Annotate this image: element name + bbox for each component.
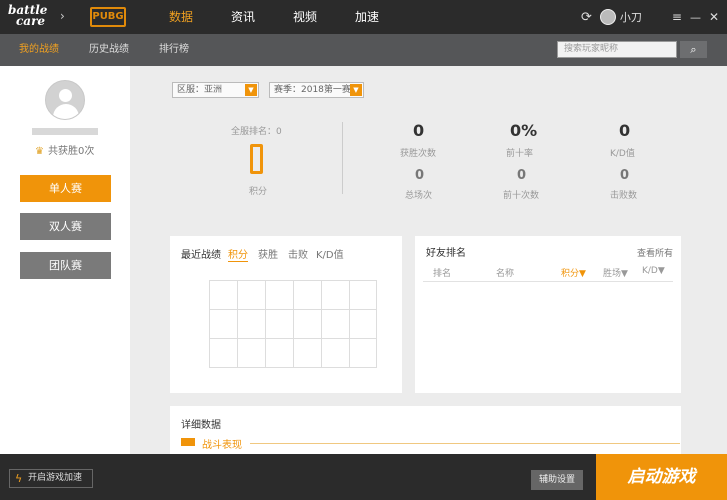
lightning-icon: ϟ	[15, 472, 23, 485]
stat-matches-value: 0	[415, 168, 425, 183]
region-value: 区服：亚洲	[177, 85, 223, 95]
recent-record-panel: 最近战绩 积分 获胜 击败 K/D值	[170, 236, 402, 393]
divider	[342, 122, 343, 194]
search-input[interactable]: 搜索玩家昵称	[557, 41, 677, 58]
tab-wins[interactable]: 获胜	[258, 246, 278, 261]
nav-video[interactable]: 视频	[274, 0, 336, 34]
stat-top10-count-label: 前十次数	[503, 191, 540, 201]
close-icon[interactable]: ✕	[709, 10, 719, 24]
detail-panel: 详细数据 战斗表现	[170, 406, 681, 454]
stat-top10-rate-value: 0%	[510, 121, 538, 140]
tab-leaderboard[interactable]: 排行榜	[159, 34, 189, 66]
recent-record-title: 最近战绩	[181, 250, 221, 261]
friend-rank-panel: 好友排名 查看所有 排名 名称 积分▼ 胜场▼ K/D▼	[415, 236, 681, 393]
stat-wins-label: 获胜次数	[400, 149, 437, 159]
tab-kills[interactable]: 击败	[288, 246, 308, 261]
pubg-game-logo[interactable]: PUBG	[90, 7, 126, 27]
detail-subtitle: 战斗表现	[202, 440, 242, 451]
col-score[interactable]: 积分▼	[561, 266, 586, 279]
username-placeholder	[32, 128, 98, 135]
col-kd[interactable]: K/D▼	[642, 266, 665, 276]
detail-line	[250, 443, 680, 444]
sidebar: ♛ 共获胜0次 单人赛 双人赛 团队赛	[0, 66, 130, 454]
recent-chart-grid	[209, 280, 377, 368]
minimize-icon[interactable]: —	[690, 11, 701, 24]
menu-icon[interactable]: ≡	[672, 10, 682, 24]
header-divider	[423, 281, 673, 282]
trophy-icon: ♛	[35, 146, 44, 157]
stat-top10-count-value: 0	[517, 168, 527, 183]
top-bar: battle care › PUBG 数据 资讯 视频 加速 ⟳ 小刀 ≡ — …	[0, 0, 727, 34]
main-nav: 数据 资讯 视频 加速	[150, 0, 398, 34]
refresh-icon[interactable]: ⟳	[581, 10, 592, 25]
stat-kills-value: 0	[620, 168, 630, 183]
tab-kd[interactable]: K/D值	[316, 246, 344, 261]
wins-count: ♛ 共获胜0次	[35, 142, 94, 157]
main-content: 区服：亚洲 ▼ 赛季：2018第一赛季 ▼ 全服排名：0 积分 0 获胜次数 0…	[130, 66, 727, 454]
nav-data[interactable]: 数据	[150, 0, 212, 34]
battlecare-logo[interactable]: battle care	[8, 4, 56, 29]
bottom-bar: ϟ 开启游戏加速 辅助设置 启动游戏	[0, 454, 727, 500]
launch-game-button[interactable]: 启动游戏	[596, 454, 727, 500]
chevron-right-icon: ›	[60, 9, 65, 23]
logo-line2: care	[16, 14, 46, 28]
score-label: 积分	[249, 187, 268, 197]
server-rank: 全服排名：0	[231, 127, 282, 137]
score-value-mark	[250, 144, 263, 174]
col-wins[interactable]: 胜场▼	[603, 266, 628, 279]
username[interactable]: 小刀	[620, 9, 642, 25]
stat-top10-rate-label: 前十率	[506, 149, 534, 159]
dropdown-icon: ▼	[245, 84, 257, 96]
stat-kd-value: 0	[619, 121, 631, 140]
avatar-icon[interactable]	[599, 9, 616, 25]
detail-title: 详细数据	[181, 420, 221, 431]
boost-label: 开启游戏加速	[28, 473, 83, 483]
stat-matches-label: 总场次	[405, 191, 433, 201]
game-boost-button[interactable]: ϟ 开启游戏加速	[9, 469, 93, 488]
title-controls: ⟳ 小刀 ≡ — ✕	[581, 0, 719, 34]
assist-settings-button[interactable]: 辅助设置	[531, 470, 583, 490]
dropdown-icon: ▼	[350, 84, 362, 96]
col-rank: 排名	[433, 269, 452, 279]
stat-kills-label: 击败数	[610, 191, 638, 201]
view-all-link[interactable]: 查看所有	[637, 246, 673, 259]
friend-rank-title: 好友排名	[426, 248, 466, 259]
tab-my-record[interactable]: 我的战绩	[19, 34, 59, 66]
stat-kd-label: K/D值	[610, 149, 635, 159]
mode-duo-button[interactable]: 双人赛	[20, 213, 111, 240]
user-avatar[interactable]	[45, 80, 85, 120]
wins-label: 共获胜0次	[47, 146, 95, 157]
mode-squad-button[interactable]: 团队赛	[20, 252, 111, 279]
stat-wins-value: 0	[413, 121, 425, 140]
nav-news[interactable]: 资讯	[212, 0, 274, 34]
season-select[interactable]: 赛季：2018第一赛季 ▼	[269, 82, 364, 98]
search-icon[interactable]: ⌕	[680, 41, 707, 58]
mode-solo-button[interactable]: 单人赛	[20, 175, 111, 202]
col-name: 名称	[496, 269, 515, 279]
region-select[interactable]: 区服：亚洲 ▼	[172, 82, 259, 98]
tab-history-record[interactable]: 历史战绩	[89, 34, 129, 66]
season-value: 赛季：2018第一赛季	[274, 85, 360, 95]
gun-icon	[181, 438, 195, 446]
nav-boost[interactable]: 加速	[336, 0, 398, 34]
tab-score[interactable]: 积分	[228, 246, 248, 262]
